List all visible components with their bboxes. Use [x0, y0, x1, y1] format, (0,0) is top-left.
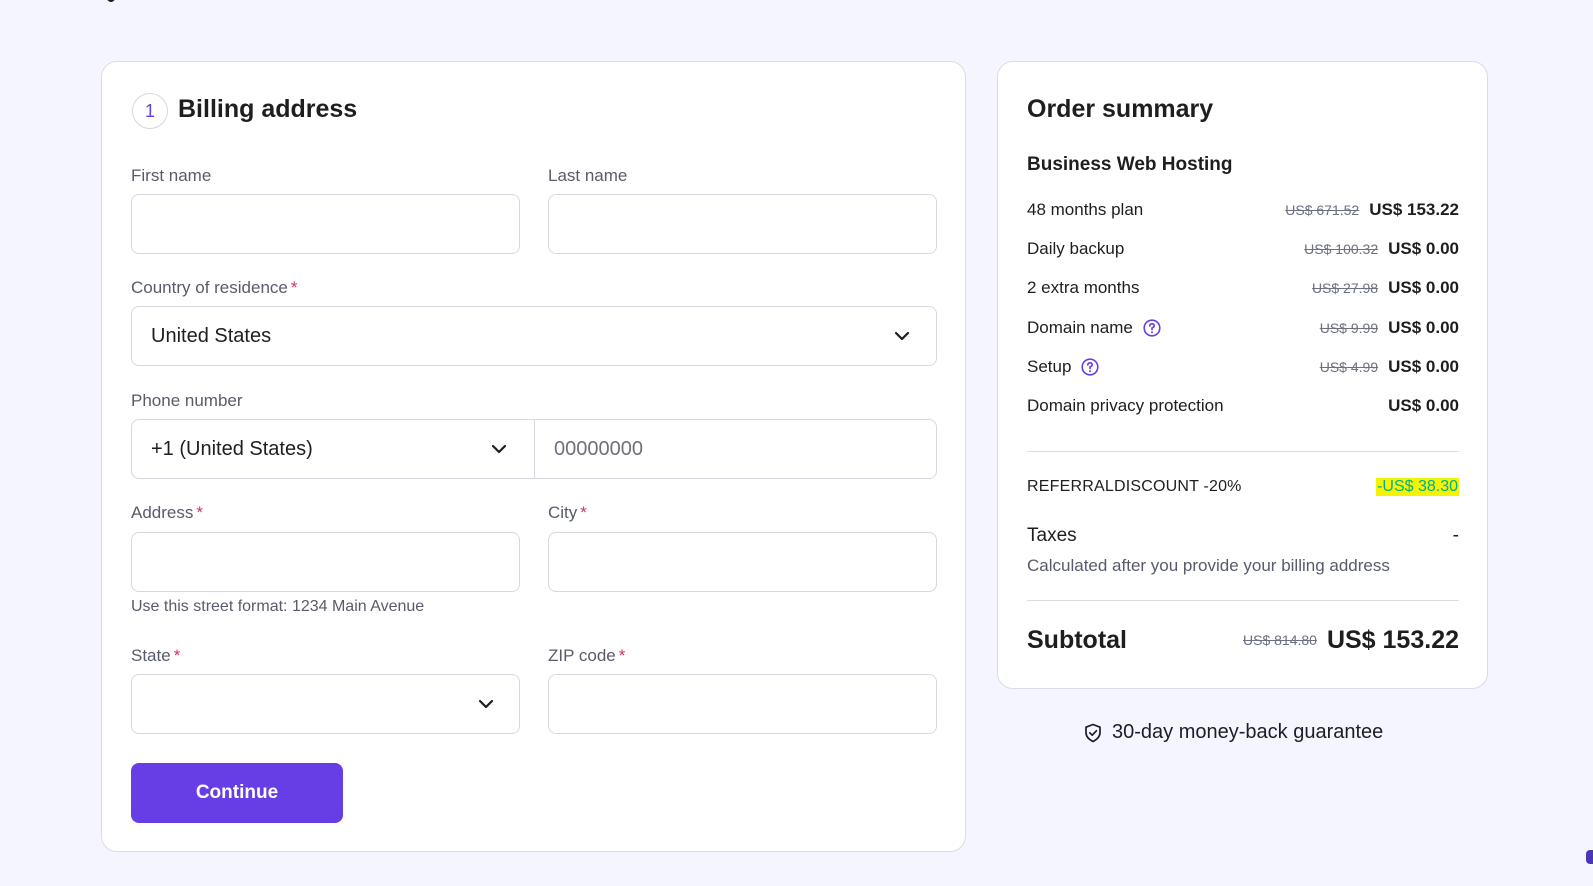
required-mark: *: [196, 503, 203, 522]
phone-field-group: +1 (United States): [131, 419, 937, 479]
chevron-down-icon: [491, 444, 507, 454]
order-summary-title: Order summary: [1027, 95, 1214, 123]
help-circle-icon[interactable]: [1143, 319, 1161, 337]
city-field[interactable]: [548, 532, 937, 592]
line-item-label: 2 extra months: [1027, 278, 1140, 297]
price: US$ 0.00: [1388, 239, 1459, 258]
state-select[interactable]: [131, 674, 520, 734]
subtotal-label: Subtotal: [1027, 625, 1127, 654]
required-mark: *: [618, 646, 626, 665]
chat-widget-edge[interactable]: [1586, 850, 1593, 864]
old-price: US$ 671.52: [1285, 202, 1360, 218]
summary-line-item: Domain privacy protection US$ 0.00: [1027, 394, 1459, 418]
summary-divider: [1027, 451, 1459, 452]
summary-line-item: 48 months plan US$ 671.52 US$ 153.22: [1027, 198, 1459, 222]
line-item-label: 48 months plan: [1027, 200, 1144, 219]
shield-check-icon: [1085, 723, 1101, 742]
zip-label: ZIP code *: [548, 646, 626, 665]
phone-code-select[interactable]: +1 (United States): [132, 420, 534, 478]
country-select[interactable]: United States: [131, 306, 937, 366]
line-item-label: Setup: [1027, 357, 1072, 376]
continue-button[interactable]: Continue: [131, 763, 343, 823]
taxes-row: Taxes -: [1027, 524, 1459, 548]
old-price: US$ 4.99: [1319, 359, 1379, 375]
subtotal-price: US$ 153.22: [1326, 625, 1459, 654]
address-hint: Use this street format: 1234 Main Avenue: [131, 598, 425, 615]
required-mark: *: [290, 278, 298, 297]
chevron-down-icon: [894, 331, 910, 341]
chevron-down-icon: [478, 699, 494, 709]
summary-line-item: Domain name US$ 9.99 US$ 0.00: [1027, 316, 1459, 340]
discount-code: REFERRALDISCOUNT -20%: [1027, 478, 1242, 495]
step-badge: 1: [132, 93, 168, 129]
taxes-value: -: [1452, 525, 1459, 546]
taxes-note: Calculated after you provide your billin…: [1027, 556, 1390, 575]
help-circle-icon[interactable]: [1081, 358, 1100, 376]
summary-line-item: 2 extra months US$ 27.98 US$ 0.00: [1027, 276, 1459, 300]
discount-value: -US$ 38.30: [1376, 478, 1459, 496]
price: US$ 0.00: [1388, 396, 1459, 415]
subtotal-old-price: US$ 814.80: [1243, 632, 1317, 648]
address-field[interactable]: [131, 532, 520, 592]
phone-label: Phone number: [131, 391, 243, 410]
line-item-label-wrap: Domain name: [1027, 318, 1161, 338]
summary-line-item: Setup US$ 4.99 US$ 0.00: [1027, 355, 1459, 379]
billing-title: Billing address: [178, 95, 358, 123]
phone-number-input[interactable]: [535, 420, 935, 478]
last-name-field[interactable]: [548, 194, 937, 254]
country-value: United States: [151, 325, 272, 347]
city-label: City *: [548, 503, 587, 522]
subtotal-row: Subtotal US$ 814.80 US$ 153.22: [1027, 624, 1459, 656]
first-name-field[interactable]: [131, 194, 520, 254]
line-item-label: Domain privacy protection: [1027, 396, 1224, 415]
required-mark: *: [173, 646, 181, 665]
old-price: US$ 27.98: [1311, 280, 1379, 296]
discount-row: REFERRALDISCOUNT -20% -US$ 38.30: [1027, 475, 1459, 499]
line-item-label: Domain name: [1027, 318, 1133, 337]
zip-field[interactable]: [548, 674, 937, 734]
line-item-label: Daily backup: [1027, 239, 1125, 258]
money-back-guarantee: 30-day money-back guarantee: [1084, 721, 1383, 744]
taxes-label: Taxes: [1027, 525, 1077, 546]
first-name-label: First name: [131, 166, 212, 185]
required-mark: *: [580, 503, 587, 522]
phone-code-value: +1 (United States): [151, 438, 313, 460]
old-price: US$ 9.99: [1319, 320, 1379, 336]
line-item-label-wrap: Setup: [1027, 357, 1100, 377]
address-label: Address *: [131, 503, 203, 522]
partial-icon: [107, 0, 115, 2]
order-summary-card: Order summary Business Web Hosting 48 mo…: [997, 61, 1488, 689]
summary-line-item: Daily backup US$ 100.32 US$ 0.00: [1027, 237, 1459, 261]
state-label: State *: [131, 646, 181, 665]
guarantee-text: 30-day money-back guarantee: [1112, 721, 1384, 743]
summary-divider: [1027, 600, 1459, 601]
old-price: US$ 100.32: [1304, 241, 1379, 257]
plan-name: Business Web Hosting: [1027, 154, 1233, 175]
price: US$ 0.00: [1388, 278, 1459, 297]
country-label: Country of residence *: [131, 278, 298, 297]
price: US$ 0.00: [1388, 357, 1459, 376]
last-name-label: Last name: [548, 166, 628, 185]
billing-address-card: 1 Billing address First name Last name C…: [101, 61, 966, 852]
price: US$ 0.00: [1388, 318, 1459, 337]
price: US$ 153.22: [1369, 200, 1459, 219]
